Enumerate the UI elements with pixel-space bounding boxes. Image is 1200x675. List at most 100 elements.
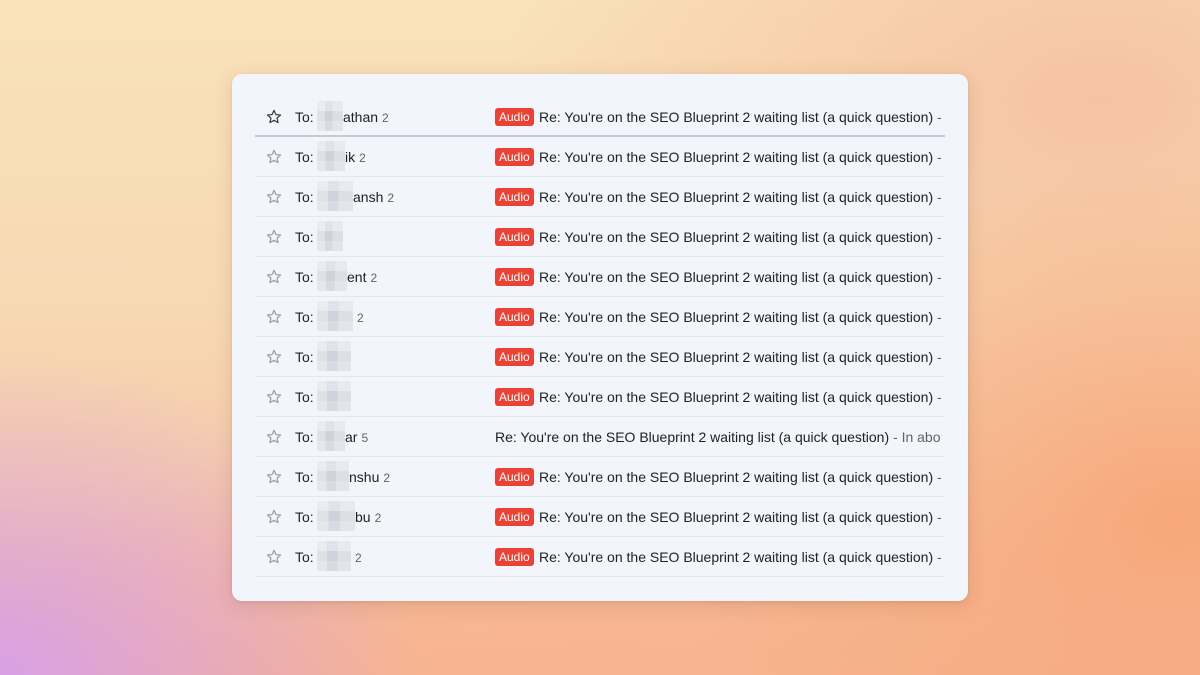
star-icon[interactable] <box>265 108 283 126</box>
recipient-prefix: To: <box>295 269 314 285</box>
label-badge[interactable]: Audio <box>495 468 534 486</box>
subject-text: Re: You're on the SEO Blueprint 2 waitin… <box>539 509 934 525</box>
star-icon[interactable] <box>265 188 283 206</box>
recipient-name: 2 <box>351 549 362 566</box>
recipient-name-text: ar <box>345 429 358 445</box>
subject-text: Re: You're on the SEO Blueprint 2 waitin… <box>539 269 934 285</box>
email-list: To: athan 2 Audio Re: You're on the SEO Blue… <box>255 97 945 577</box>
recipient-prefix: To: <box>295 509 314 525</box>
star-icon[interactable] <box>265 388 283 406</box>
recipient-prefix: To: <box>295 189 314 205</box>
recipient-prefix: To: <box>295 229 314 245</box>
email-snippet: - In abo <box>889 429 941 445</box>
recipient-name: ansh 2 <box>353 189 394 206</box>
recipient-prefix: To: <box>295 469 314 485</box>
label-badge[interactable]: Audio <box>495 228 534 246</box>
recipient-name: ik 2 <box>345 149 366 166</box>
thread-count: 2 <box>383 471 391 485</box>
email-snippet: - <box>933 109 942 125</box>
recipient-prefix: To: <box>295 549 314 565</box>
redacted-recipient <box>317 421 345 451</box>
recipient-prefix: To: <box>295 429 314 445</box>
star-icon[interactable] <box>265 348 283 366</box>
recipient-name: ar 5 <box>345 429 368 446</box>
recipient-prefix: To: <box>295 109 314 125</box>
email-subject: Re: You're on the SEO Blueprint 2 waitin… <box>539 389 945 405</box>
redacted-recipient <box>317 101 343 131</box>
redacted-recipient <box>317 341 351 371</box>
email-snippet: - <box>933 469 942 485</box>
subject-text: Re: You're on the SEO Blueprint 2 waitin… <box>539 389 934 405</box>
email-subject: Re: You're on the SEO Blueprint 2 waitin… <box>539 509 945 525</box>
email-snippet: - <box>933 509 942 525</box>
recipient-name: ent 2 <box>347 269 377 286</box>
email-row[interactable]: To: ansh 2 Audio Re: You're on the SEO Bluep… <box>255 177 945 217</box>
star-icon[interactable] <box>265 308 283 326</box>
label-badge[interactable]: Audio <box>495 148 534 166</box>
email-row[interactable]: To: bu 2 Audio Re: You're on the SEO Bluepri… <box>255 497 945 537</box>
email-subject: Re: You're on the SEO Blueprint 2 waitin… <box>539 189 945 205</box>
recipient-prefix: To: <box>295 149 314 165</box>
redacted-recipient <box>317 541 351 571</box>
email-snippet: - <box>933 149 942 165</box>
subject-text: Re: You're on the SEO Blueprint 2 waitin… <box>495 429 890 445</box>
thread-count: 2 <box>374 511 382 525</box>
label-badge[interactable]: Audio <box>495 508 534 526</box>
email-row[interactable]: To: ent 2 Audio Re: You're on the SEO Bluepr… <box>255 257 945 297</box>
email-row[interactable]: To: nshu 2 Audio Re: You're on the SEO Bluep… <box>255 457 945 497</box>
star-icon[interactable] <box>265 228 283 246</box>
recipient-name-text: ent <box>347 269 367 285</box>
recipient-prefix: To: <box>295 349 314 365</box>
email-row[interactable]: To: ik 2 Audio Re: You're on the SEO Bluepri… <box>255 137 945 177</box>
email-snippet: - <box>933 229 942 245</box>
email-subject: Re: You're on the SEO Blueprint 2 waitin… <box>539 229 945 245</box>
email-subject: Re: You're on the SEO Blueprint 2 waitin… <box>539 469 945 485</box>
label-badge[interactable]: Audio <box>495 388 534 406</box>
email-snippet: - <box>933 349 942 365</box>
thread-count: 2 <box>357 311 364 325</box>
recipient-name: athan 2 <box>343 109 389 126</box>
label-badge[interactable]: Audio <box>495 188 534 206</box>
label-badge[interactable]: Audio <box>495 108 534 126</box>
email-list-card: To: athan 2 Audio Re: You're on the SEO Blue… <box>232 74 968 601</box>
star-icon[interactable] <box>265 508 283 526</box>
email-row[interactable]: To: athan 2 Audio Re: You're on the SEO Blue… <box>255 97 945 137</box>
email-subject: Re: You're on the SEO Blueprint 2 waitin… <box>539 109 945 125</box>
recipient-name-text: nshu <box>349 469 380 485</box>
email-snippet: - <box>933 189 942 205</box>
email-row[interactable]: To: Audio Re: You're on the SEO Blueprint … <box>255 337 945 377</box>
thread-count: 2 <box>370 271 378 285</box>
subject-text: Re: You're on the SEO Blueprint 2 waitin… <box>539 109 934 125</box>
email-row[interactable]: To: Audio Re: You're on the SEO Blueprint … <box>255 377 945 417</box>
email-snippet: - <box>933 309 942 325</box>
redacted-recipient <box>317 301 353 331</box>
label-badge[interactable]: Audio <box>495 348 534 366</box>
email-row[interactable]: To: Audio Re: You're on the SEO Blueprint … <box>255 217 945 257</box>
label-badge[interactable]: Audio <box>495 308 534 326</box>
redacted-recipient <box>317 181 353 211</box>
star-icon[interactable] <box>265 428 283 446</box>
email-subject: Re: You're on the SEO Blueprint 2 waitin… <box>539 349 945 365</box>
redacted-recipient <box>317 501 355 531</box>
label-badge[interactable]: Audio <box>495 268 534 286</box>
recipient-name-text: bu <box>355 509 371 525</box>
redacted-recipient <box>317 461 349 491</box>
star-icon[interactable] <box>265 148 283 166</box>
redacted-recipient <box>317 261 347 291</box>
star-icon[interactable] <box>265 468 283 486</box>
thread-count: 2 <box>387 191 395 205</box>
email-row[interactable]: To: 2 Audio Re: You're on the SEO Blueprint… <box>255 297 945 337</box>
subject-text: Re: You're on the SEO Blueprint 2 waitin… <box>539 469 934 485</box>
recipient-name: 2 <box>353 309 364 326</box>
recipient-name: nshu 2 <box>349 469 390 486</box>
subject-text: Re: You're on the SEO Blueprint 2 waitin… <box>539 309 934 325</box>
recipient-name: bu 2 <box>355 509 381 526</box>
star-icon[interactable] <box>265 268 283 286</box>
star-icon[interactable] <box>265 548 283 566</box>
recipient-name-text: ansh <box>353 189 384 205</box>
email-snippet: - <box>933 549 942 565</box>
email-snippet: - <box>933 389 942 405</box>
label-badge[interactable]: Audio <box>495 548 534 566</box>
email-row[interactable]: To: ar 5 Re: You're on the SEO Blueprint 2 … <box>255 417 945 457</box>
email-row[interactable]: To: 2 Audio Re: You're on the SEO Blueprint… <box>255 537 945 577</box>
